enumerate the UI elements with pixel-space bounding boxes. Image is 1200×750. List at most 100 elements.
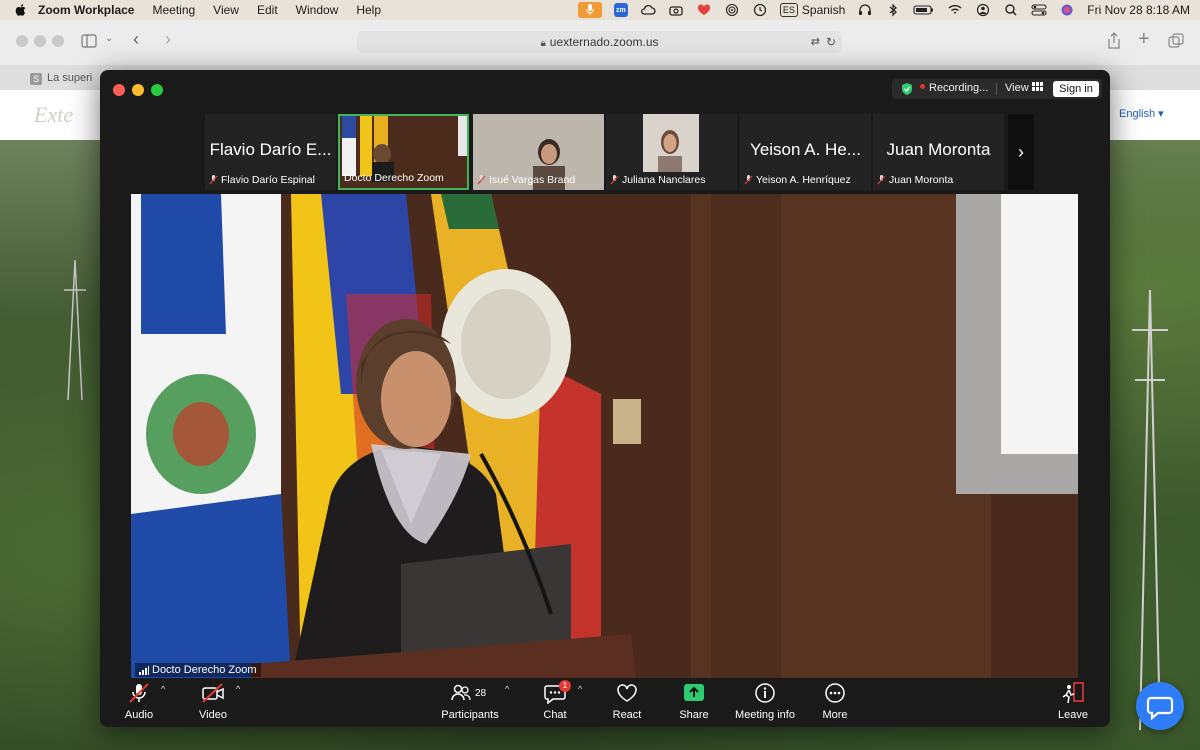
menu-meeting[interactable]: Meeting (152, 3, 195, 17)
participant-tile-active[interactable]: Docto Derecho Zoom (338, 114, 469, 190)
video-off-icon (202, 683, 224, 703)
power-pylon-image (1132, 290, 1168, 730)
language-selector[interactable]: English ▾ (1119, 107, 1164, 120)
headphones-icon[interactable] (857, 3, 873, 17)
status-menus: zm ES Spanish Fri Nov 28 8:18 AM (577, 0, 1190, 20)
heart-icon (617, 684, 637, 702)
sidebar-icon[interactable] (81, 34, 97, 48)
microphone-in-use-icon[interactable] (577, 2, 602, 18)
more-icon (825, 683, 845, 703)
participant-tile[interactable]: Isué Vargas Brand (473, 114, 604, 190)
cloud-icon[interactable] (640, 3, 656, 17)
grid-icon (1031, 82, 1043, 91)
menu-edit[interactable]: Edit (257, 3, 278, 17)
zoom-window: Recording... View Sign in Flavio Darío E… (100, 70, 1110, 727)
browser-close-button[interactable] (16, 35, 28, 47)
participant-tile[interactable]: Juan Moronta Juan Moronta (873, 114, 1004, 190)
app-menu[interactable]: Zoom Workplace (38, 3, 134, 17)
participant-name: Juliana Nanclares (622, 174, 706, 186)
browser-zoom-button[interactable] (52, 35, 64, 47)
tab-overview-icon[interactable] (1168, 33, 1184, 49)
url-text: uexternado.zoom.us (549, 35, 659, 49)
participant-tile[interactable]: Juliana Nanclares (606, 114, 737, 190)
participants-label: Participants (441, 709, 499, 721)
user-icon[interactable] (975, 3, 991, 17)
power-pylon-image (64, 260, 86, 400)
address-bar[interactable]: 🔒︎ uexternado.zoom.us ⇄ ↻ (357, 31, 842, 53)
sign-in-button[interactable]: Sign in (1053, 81, 1099, 97)
apple-icon[interactable] (14, 3, 28, 17)
recording-indicator[interactable]: Recording... (920, 82, 988, 94)
info-icon (755, 683, 775, 703)
participants-button[interactable]: 28 Participants (438, 682, 502, 721)
zoom-minimize-button[interactable] (132, 84, 144, 96)
shield-icon[interactable] (900, 82, 914, 96)
share-page-icon[interactable] (1106, 32, 1122, 50)
muted-mic-icon (877, 175, 886, 185)
heart-icon[interactable] (696, 3, 712, 17)
audio-options-caret-icon[interactable]: ^ (161, 684, 165, 694)
meeting-info-button[interactable]: Meeting info (733, 682, 797, 721)
back-arrow-icon[interactable]: ‹ (133, 29, 139, 50)
active-speaker-video: Docto Derecho Zoom (131, 194, 1078, 680)
bluetooth-icon[interactable] (885, 3, 901, 17)
share-button[interactable]: Share (677, 682, 711, 721)
video-button[interactable]: Video (198, 682, 228, 721)
battery-icon[interactable] (913, 3, 935, 17)
react-button[interactable]: React (610, 682, 644, 721)
input-source-badge[interactable]: ES (779, 3, 798, 17)
audio-button[interactable]: Audio (124, 682, 154, 721)
clock[interactable]: Fri Nov 28 8:18 AM (1087, 3, 1190, 17)
participant-display-name: Yeison A. He... (750, 140, 861, 159)
menu-window[interactable]: Window (296, 3, 339, 17)
participant-name: Flavio Darío Espinal (221, 174, 315, 186)
time-machine-icon[interactable] (752, 3, 768, 17)
wifi-icon[interactable] (947, 3, 963, 17)
participant-tile[interactable]: Flavio Darío E... Flavio Darío Espinal (205, 114, 336, 190)
zoom-close-button[interactable] (113, 84, 125, 96)
zoom-fullscreen-button[interactable] (151, 84, 163, 96)
participants-options-caret-icon[interactable]: ^ (505, 684, 509, 694)
menu-help[interactable]: Help (356, 3, 381, 17)
menu-view[interactable]: View (213, 3, 239, 17)
browser-minimize-button[interactable] (34, 35, 46, 47)
chat-options-caret-icon[interactable]: ^ (578, 684, 582, 694)
reload-icon[interactable]: ↻ (826, 31, 836, 53)
leave-button[interactable]: Leave (1056, 682, 1090, 721)
chat-button[interactable]: 1 Chat (540, 680, 571, 721)
share-label: Share (679, 709, 709, 721)
video-options-caret-icon[interactable]: ^ (236, 684, 240, 694)
camera-icon[interactable] (668, 3, 684, 17)
forward-arrow-icon[interactable]: › (165, 29, 171, 50)
more-button[interactable]: More (819, 682, 851, 721)
support-chat-button[interactable] (1136, 682, 1184, 730)
chevron-down-icon: ▾ (1158, 108, 1164, 120)
sidebar-chevron-icon[interactable]: ⌄ (105, 33, 113, 44)
react-label: React (612, 709, 642, 721)
new-tab-icon[interactable]: + (1138, 28, 1150, 51)
participants-icon-group: 28 (450, 682, 490, 704)
divider (996, 83, 997, 95)
participant-display-name: Flavio Darío E... (209, 140, 332, 159)
browser-tab[interactable]: S La superi (30, 68, 100, 88)
muted-mic-icon (209, 175, 218, 185)
translate-icon[interactable]: ⇄ (811, 31, 820, 53)
airdrop-icon[interactable] (724, 3, 740, 17)
view-label: View (1005, 82, 1029, 94)
view-button[interactable]: View (1005, 82, 1043, 94)
tab-title: La superi (47, 72, 93, 84)
siri-icon[interactable] (1059, 3, 1075, 17)
control-center-icon[interactable] (1031, 3, 1047, 17)
menu-bar: Zoom Workplace Meeting View Edit Window … (0, 0, 1200, 20)
next-page-chevron-icon[interactable]: › (1008, 114, 1034, 190)
speaker-name-tag: Docto Derecho Zoom (135, 663, 261, 677)
lock-icon: 🔒︎ (540, 38, 546, 49)
participant-tile[interactable]: Yeison A. He... Yeison A. Henríquez (740, 114, 871, 190)
site-logo[interactable]: Exte (34, 102, 73, 128)
zoom-menu-icon[interactable]: zm (613, 3, 628, 17)
speaker-name: Docto Derecho Zoom (152, 664, 257, 676)
input-source-label[interactable]: Spanish (802, 3, 845, 17)
chat-bubble-icon (1146, 696, 1174, 721)
spotlight-search-icon[interactable] (1003, 3, 1019, 17)
leave-label: Leave (1058, 709, 1088, 721)
